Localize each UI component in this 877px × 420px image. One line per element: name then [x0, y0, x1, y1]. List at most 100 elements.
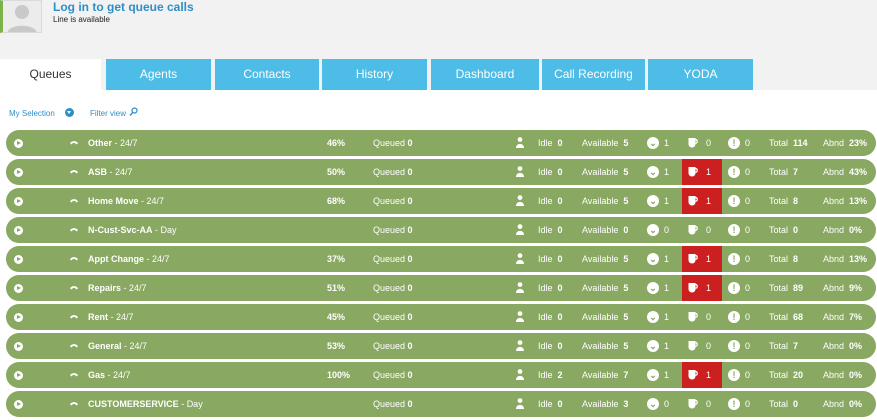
- abandoned-rate: Abnd 7%: [823, 304, 862, 330]
- idle-count: Idle 0: [538, 304, 563, 330]
- tab-agents[interactable]: Agents: [106, 59, 211, 90]
- tab-queues[interactable]: Queues: [0, 59, 101, 90]
- queued-label: Queued: [373, 341, 406, 351]
- queue-percent: 53%: [327, 341, 346, 351]
- on-break-value: 0: [706, 312, 712, 322]
- warning-value: 0: [745, 167, 751, 177]
- on-break-value: 0: [706, 399, 712, 409]
- warning-value: 0: [745, 399, 751, 409]
- abandoned-rate: Abnd 13%: [823, 246, 867, 272]
- checked-value: 1: [664, 167, 670, 177]
- agent-icon: [516, 137, 524, 148]
- idle-label: Idle: [538, 283, 553, 293]
- tab-contacts[interactable]: Contacts: [215, 59, 319, 90]
- total-count: Total 0: [769, 217, 798, 243]
- queue-schedule: Day: [160, 225, 177, 235]
- abnd-value: 0%: [849, 225, 863, 235]
- filter-view-link[interactable]: Filter view: [90, 109, 126, 118]
- available-label: Available: [582, 225, 619, 235]
- queued-value: 0: [407, 167, 413, 177]
- coffee-cup-icon: [688, 225, 698, 235]
- queue-schedule-separator: -: [152, 225, 161, 235]
- check-chevron-icon: ⌄: [647, 398, 659, 410]
- login-queue-link[interactable]: Log in to get queue calls: [53, 0, 194, 14]
- agent-icon: [516, 253, 524, 264]
- queue-row[interactable]: CUSTOMERSERVICE - Day Queued 0 Idle 0 Av…: [6, 391, 876, 417]
- queued-count: Queued 0: [373, 217, 413, 243]
- search-icon[interactable]: [129, 107, 138, 117]
- available-count: Available 5: [582, 130, 628, 156]
- play-icon[interactable]: [14, 255, 23, 264]
- queue-row[interactable]: Home Move - 24/7 68% Queued 0 Idle 0 Ava…: [6, 188, 876, 214]
- play-icon[interactable]: [14, 342, 23, 351]
- queue-row[interactable]: Other - 24/7 46% Queued 0 Idle 0 Availab…: [6, 130, 876, 156]
- queued-value: 0: [407, 196, 413, 206]
- queue-schedule-separator: -: [105, 370, 114, 380]
- queue-schedule-separator: -: [107, 167, 116, 177]
- agent-icon: [516, 166, 524, 177]
- agent-icon: [516, 282, 524, 293]
- queued-value: 0: [407, 399, 413, 409]
- total-value: 89: [793, 283, 804, 293]
- queue-name-text: ASB: [88, 167, 108, 177]
- tab-yoda[interactable]: YODA: [648, 59, 753, 90]
- play-icon[interactable]: [14, 371, 23, 380]
- queue-row[interactable]: General - 24/7 53% Queued 0 Idle 0 Avail…: [6, 333, 876, 359]
- queue-row[interactable]: N-Cust-Svc-AA - Day Queued 0 Idle 0 Avai…: [6, 217, 876, 243]
- check-chevron-icon: ⌄: [647, 311, 659, 323]
- queue-name-text: Gas: [88, 370, 106, 380]
- avatar[interactable]: [0, 0, 42, 33]
- play-icon[interactable]: [14, 168, 23, 177]
- idle-count: Idle 0: [538, 217, 563, 243]
- break-indicator: 1: [682, 159, 722, 185]
- idle-count: Idle 0: [538, 246, 563, 272]
- queue-name-text: CUSTOMERSERVICE: [88, 399, 179, 409]
- checked-value: 1: [664, 283, 670, 293]
- check-chevron-icon: ⌄: [647, 224, 659, 236]
- queue-schedule-separator: -: [112, 138, 121, 148]
- abandoned-rate: Abnd 23%: [823, 130, 867, 156]
- queued-count: Queued 0: [373, 130, 413, 156]
- play-icon[interactable]: [14, 226, 23, 235]
- idle-label: Idle: [538, 196, 553, 206]
- queue-row[interactable]: Gas - 24/7 100% Queued 0 Idle 2 Availabl…: [6, 362, 876, 388]
- warning-value: 0: [745, 312, 751, 322]
- play-icon[interactable]: [14, 313, 23, 322]
- queued-label: Queued: [373, 312, 406, 322]
- check-chevron-icon: ⌄: [647, 253, 659, 265]
- queue-row[interactable]: Rent - 24/7 45% Queued 0 Idle 0 Availabl…: [6, 304, 876, 330]
- idle-label: Idle: [538, 254, 553, 264]
- queued-value: 0: [407, 254, 413, 264]
- check-chevron-icon: ⌄: [647, 369, 659, 381]
- queue-row[interactable]: Appt Change - 24/7 37% Queued 0 Idle 0 A…: [6, 246, 876, 272]
- my-selection-label[interactable]: My Selection: [9, 109, 55, 118]
- queue-row[interactable]: ASB - 24/7 50% Queued 0 Idle 0 Available…: [6, 159, 876, 185]
- phone-icon: [70, 228, 78, 232]
- checked-value: 1: [664, 196, 670, 206]
- warning-icon: !: [728, 253, 740, 265]
- total-value: 8: [793, 196, 799, 206]
- queue-schedule-separator: -: [121, 283, 130, 293]
- play-icon[interactable]: [14, 139, 23, 148]
- play-icon[interactable]: [14, 400, 23, 409]
- total-label: Total: [769, 341, 789, 351]
- queue-name: N-Cust-Svc-AA - Day: [88, 217, 177, 243]
- abnd-value: 0%: [849, 399, 863, 409]
- abnd-label: Abnd: [823, 225, 845, 235]
- available-value: 5: [623, 341, 629, 351]
- idle-count: Idle 0: [538, 159, 563, 185]
- tab-dashboard[interactable]: Dashboard: [431, 59, 539, 90]
- play-icon[interactable]: [14, 284, 23, 293]
- total-count: Total 89: [769, 275, 803, 301]
- queued-value: 0: [407, 138, 413, 148]
- phone-icon: [70, 373, 78, 377]
- warning-value: 0: [745, 370, 751, 380]
- queue-name: General - 24/7: [88, 333, 147, 359]
- play-icon[interactable]: [14, 197, 23, 206]
- queue-row[interactable]: Repairs - 24/7 51% Queued 0 Idle 0 Avail…: [6, 275, 876, 301]
- tab-history[interactable]: History: [322, 59, 427, 90]
- total-value: 7: [793, 167, 799, 177]
- chevron-down-icon[interactable]: [65, 108, 74, 117]
- abnd-label: Abnd: [823, 370, 845, 380]
- tab-call-recording[interactable]: Call Recording: [542, 59, 645, 90]
